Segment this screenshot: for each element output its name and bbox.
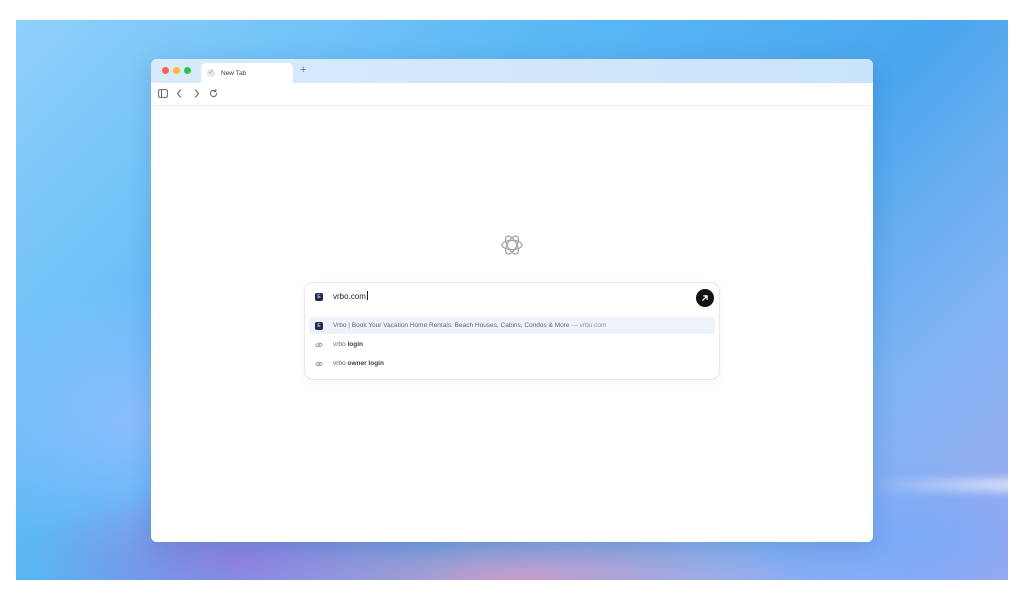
suggestion-separator: — [571, 322, 578, 329]
forward-icon[interactable] [194, 88, 200, 99]
text-caret [366, 291, 368, 300]
site-favicon: E [315, 293, 323, 301]
tab-title: New Tab [221, 69, 247, 77]
suggestion-completion: login [347, 341, 363, 348]
suggestion-completion: owner login [347, 360, 384, 367]
suggestion-text: vrbo login [333, 341, 363, 348]
arrow-up-right-icon [702, 295, 708, 301]
suggestion-prefix: vrbo [333, 341, 346, 348]
minimize-window-button[interactable] [173, 67, 180, 74]
new-tab-button[interactable]: + [300, 64, 306, 76]
suggestion-prefix: vrbo [333, 360, 346, 367]
browser-toolbar [151, 83, 873, 106]
suggestion-text: vrbo owner login [333, 360, 384, 367]
suggestion-item[interactable]: vrbo owner login [309, 355, 715, 372]
new-tab-page: E vrbo.com E Vrbo | Book Your Vacation H… [151, 106, 873, 542]
suggestion-title: Vrbo | Book Your Vacation Home Rentals: … [333, 322, 570, 329]
sidebar-icon[interactable] [158, 88, 168, 99]
go-button[interactable] [696, 289, 714, 307]
omnibox: E vrbo.com E Vrbo | Book Your Vacation H… [304, 282, 720, 380]
suggestion-item[interactable]: E Vrbo | Book Your Vacation Home Rentals… [309, 317, 715, 334]
tab-new-tab[interactable]: ✓ New Tab [201, 63, 293, 83]
link-icon [315, 360, 323, 368]
site-favicon: E [315, 321, 323, 330]
omnibox-input[interactable]: vrbo.com [333, 291, 368, 302]
suggestion-text: Vrbo | Book Your Vacation Home Rentals: … [333, 322, 606, 329]
omnibox-input-row[interactable]: E vrbo.com [305, 283, 719, 313]
omnibox-input-value: vrbo.com [333, 292, 366, 301]
reload-icon[interactable] [209, 88, 218, 99]
checkmark-icon: ✓ [207, 69, 215, 77]
suggestion-item[interactable]: vrbo login [309, 336, 715, 353]
maximize-window-button[interactable] [184, 67, 191, 74]
tab-bar: ✓ New Tab + [151, 59, 873, 83]
suggestion-url: vrbo.com [579, 322, 607, 329]
openai-logo-icon [499, 232, 525, 258]
browser-window: ✓ New Tab + E vrbo.com E Vrbo | Book You… [151, 59, 873, 542]
close-window-button[interactable] [162, 67, 169, 74]
back-icon[interactable] [176, 88, 182, 99]
link-icon [315, 341, 323, 349]
